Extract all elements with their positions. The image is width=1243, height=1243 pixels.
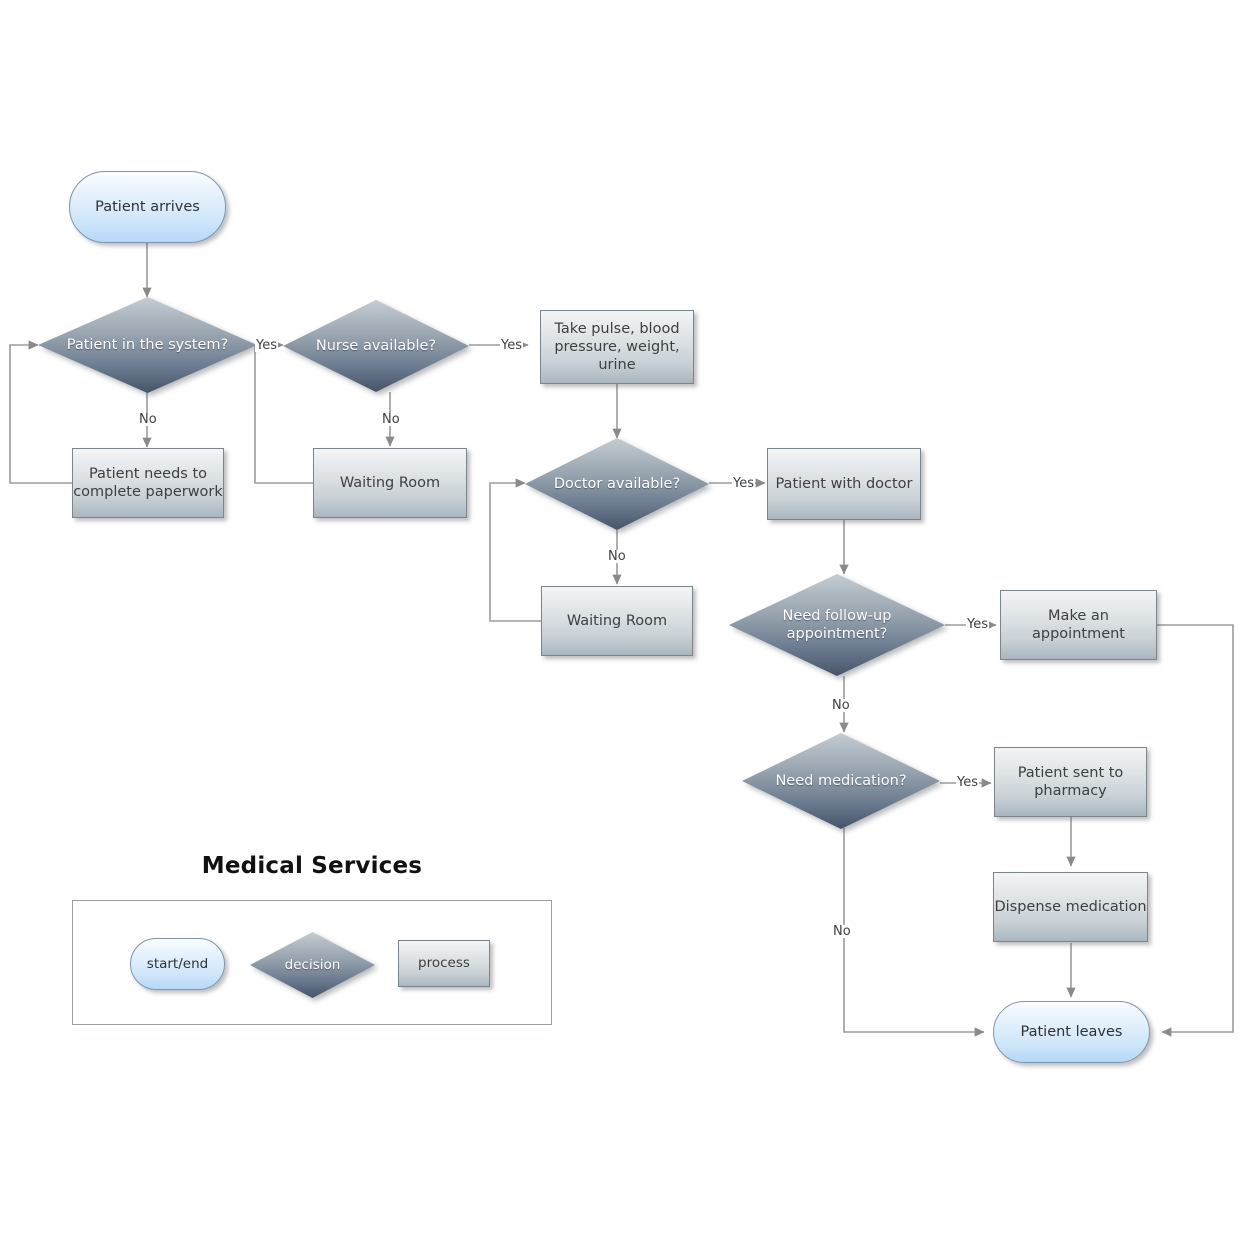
node-label: Patient arrives [95,198,200,215]
legend-item-label: start/end [146,955,209,972]
node-doctor-available[interactable]: Doctor available? [525,438,709,530]
edge-label-nurse-no: No [381,412,401,427]
node-label: Patient leaves [1020,1023,1123,1040]
legend-item-process: process [398,940,490,987]
node-need-followup[interactable]: Need follow-up appointment? [729,574,945,676]
node-patient-in-system[interactable]: Patient in the system? [38,297,257,393]
node-label: Patient in the system? [66,336,229,353]
node-sent-to-pharmacy[interactable]: Patient sent to pharmacy [994,747,1147,817]
node-waiting-room-doctor[interactable]: Waiting Room [541,586,693,656]
legend-item-start-end: start/end [130,938,225,990]
node-nurse-available[interactable]: Nurse available? [283,300,469,392]
node-label: Make an appointment [1032,607,1125,642]
edge-label-nurse-yes: Yes [500,338,523,353]
edge-label-followup-no: No [831,698,851,713]
legend-item-label: process [418,955,470,972]
node-label: Waiting Room [339,474,441,491]
node-patient-leaves[interactable]: Patient leaves [993,1001,1150,1063]
legend-item-label: decision [284,956,341,973]
edge-label-system-no: No [138,412,158,427]
node-label: Patient with doctor [775,475,913,492]
edge-label-system-yes: Yes [255,338,278,353]
node-label: Need medication? [775,772,907,789]
flowchart-canvas: Patient arrives Patient in the system? P… [0,0,1243,1243]
node-label: Patient sent to pharmacy [1017,764,1124,799]
legend-title: Medical Services [201,853,423,879]
legend-item-decision: decision [250,932,375,998]
node-label: Nurse available? [315,337,437,354]
node-make-appointment[interactable]: Make an appointment [1000,590,1157,660]
edge-label-doctor-yes: Yes [732,476,755,491]
node-dispense-medication[interactable]: Dispense medication [993,872,1148,942]
edge-label-medication-no: No [832,924,852,939]
node-complete-paperwork[interactable]: Patient needs to complete paperwork [72,448,224,518]
edge-label-doctor-no: No [607,549,627,564]
node-label: Dispense medication [994,898,1147,915]
node-take-vitals[interactable]: Take pulse, blood pressure, weight, urin… [540,310,694,384]
edge-label-medication-yes: Yes [956,775,979,790]
edge-label-followup-yes: Yes [966,617,989,632]
node-patient-with-doctor[interactable]: Patient with doctor [767,448,921,520]
node-waiting-room-nurse[interactable]: Waiting Room [313,448,467,518]
node-label: Need follow-up appointment? [782,607,892,642]
node-need-medication[interactable]: Need medication? [742,733,940,829]
node-label: Doctor available? [553,475,681,492]
node-label: Waiting Room [566,612,668,629]
node-patient-arrives[interactable]: Patient arrives [69,171,226,243]
edge-appointment-to-leaves [1157,624,1234,1037]
edge-medication-no [843,828,985,1037]
node-label: Patient needs to complete paperwork [73,465,223,500]
node-label: Take pulse, blood pressure, weight, urin… [554,320,680,374]
